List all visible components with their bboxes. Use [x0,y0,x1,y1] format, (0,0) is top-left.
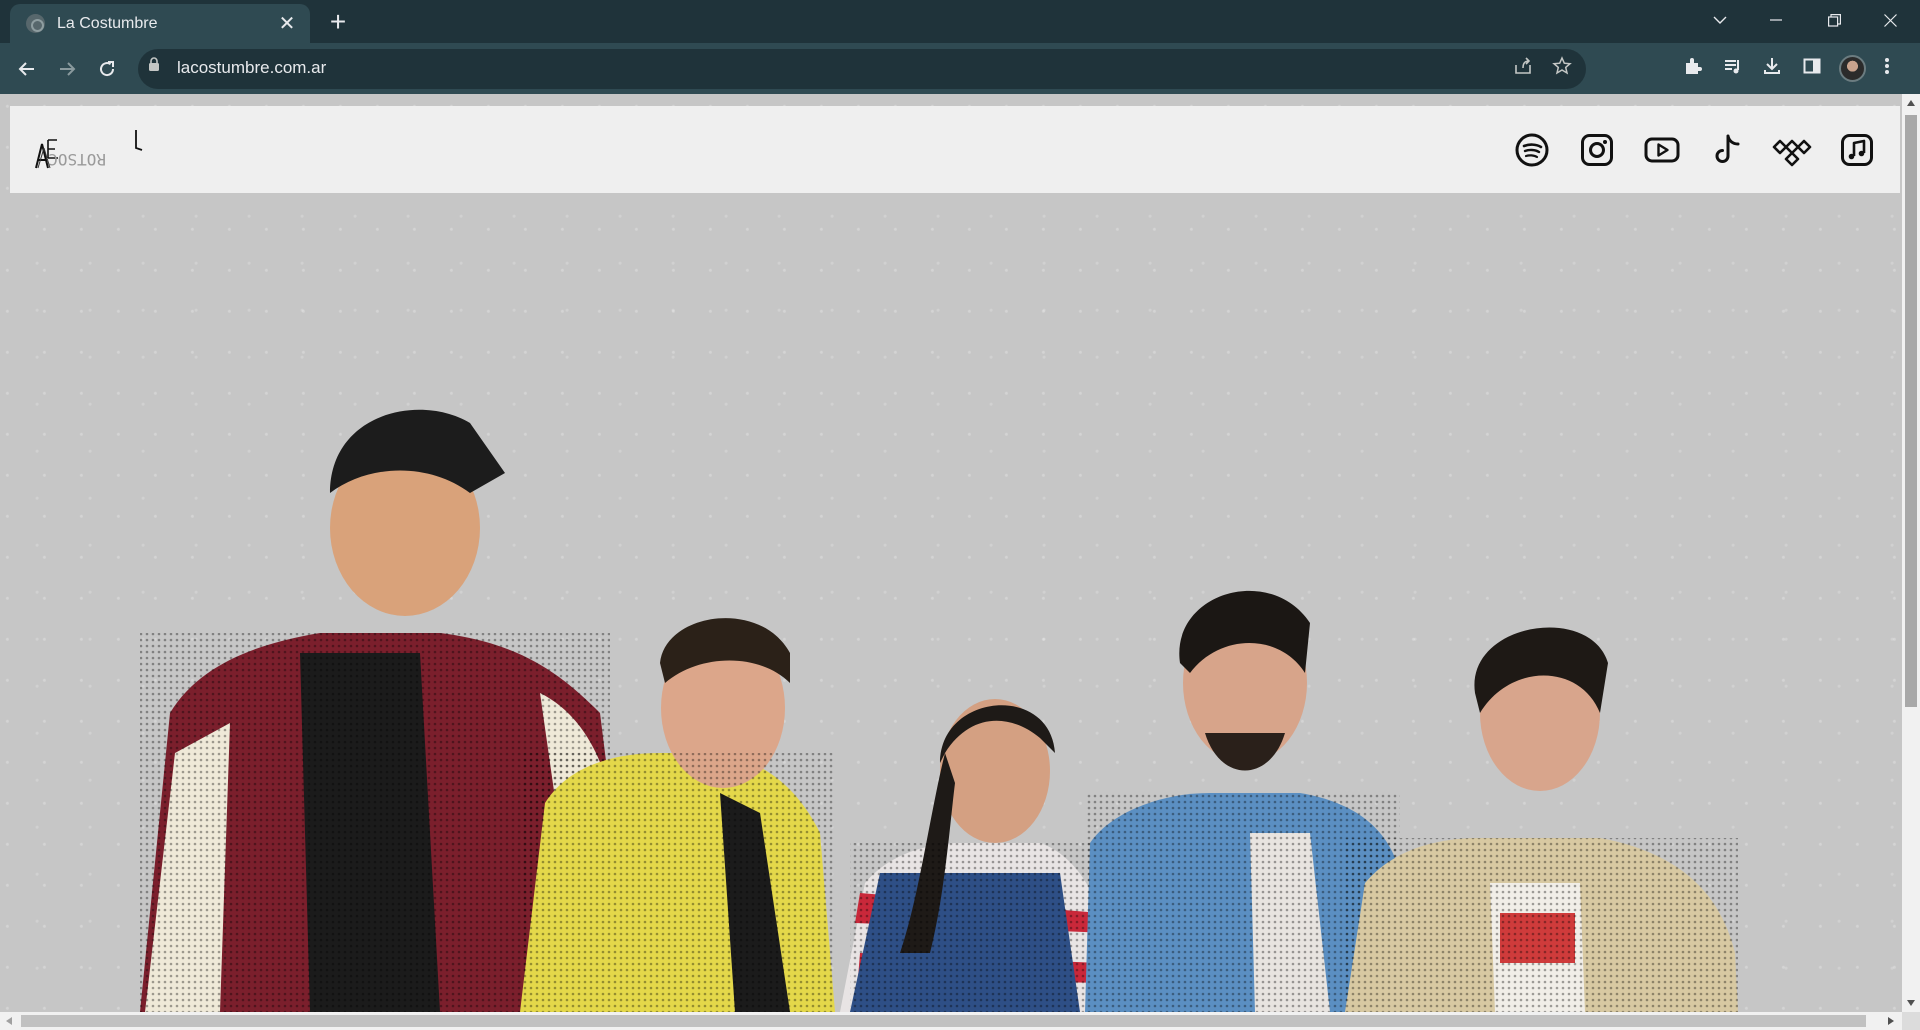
browser-tab[interactable]: La Costumbre ✕ [10,4,310,43]
address-bar[interactable] [138,49,1586,89]
site-logo[interactable]: ROTSOC [24,124,144,174]
new-tab-button[interactable]: + [323,8,353,38]
minimize-button[interactable] [1748,0,1804,40]
site-header: ROTSOC [10,106,1900,193]
tidal-link[interactable] [1772,130,1812,170]
more-menu-icon[interactable] [1883,56,1891,76]
page-viewport: ROTSOC [0,94,1920,1030]
arrow-right-icon [60,62,76,76]
tiktok-link[interactable] [1707,130,1747,170]
close-icon [1883,13,1897,27]
scroll-right-arrow-icon[interactable] [1888,1017,1894,1025]
instagram-icon [1581,134,1613,166]
spotify-icon [1515,133,1549,167]
youtube-link[interactable] [1642,130,1682,170]
spotify-link[interactable] [1512,130,1552,170]
reload-icon [100,61,115,77]
media-queue-icon[interactable] [1723,56,1743,76]
profile-avatar[interactable] [1839,55,1866,82]
reload-button[interactable] [89,51,125,87]
band-member-5 [1345,627,1738,1012]
forward-button[interactable] [49,51,85,87]
url-text[interactable]: lacostumbre.com.ar [177,58,326,78]
share-icon[interactable] [1513,56,1533,76]
close-window-button[interactable] [1862,0,1918,40]
page-background: ROTSOC [0,94,1902,1012]
download-icon[interactable] [1762,56,1782,76]
minimize-icon [1770,19,1782,21]
band-photo [140,409,1738,1012]
apple-music-link[interactable] [1837,130,1877,170]
tab-title: La Costumbre [57,14,158,32]
scroll-up-arrow-icon[interactable] [1907,100,1915,106]
vertical-scroll-thumb[interactable] [1905,115,1917,707]
svg-text:ROTSOC: ROTSOC [48,150,106,169]
scroll-down-arrow-icon[interactable] [1907,1000,1915,1006]
back-button[interactable] [9,51,45,87]
vertical-scrollbar[interactable] [1902,94,1920,1012]
browser-toolbar: lacostumbre.com.ar [0,43,1920,94]
horizontal-scroll-thumb[interactable] [21,1015,1866,1027]
scroll-left-arrow-icon[interactable] [6,1017,12,1025]
tiktok-icon [1715,134,1740,163]
arrow-left-icon [18,62,34,76]
chevron-down-icon [1713,16,1727,24]
restore-icon [1827,13,1841,27]
side-panel-icon[interactable] [1802,56,1822,76]
tidal-icon [1772,139,1812,167]
instagram-link[interactable] [1577,130,1617,170]
restore-button[interactable] [1806,0,1862,40]
browser-titlebar: La Costumbre ✕ + [0,0,1920,43]
tab-close-button[interactable]: ✕ [276,13,298,35]
apple-music-icon [1841,134,1873,166]
lock-icon[interactable] [148,57,160,71]
horizontal-scrollbar[interactable] [0,1012,1902,1030]
tab-search-button[interactable] [1692,0,1748,40]
bookmark-star-icon[interactable] [1552,56,1572,76]
youtube-icon [1644,137,1680,163]
band-member-3 [840,699,1110,1012]
site-favicon-icon [26,14,45,33]
extensions-icon[interactable] [1683,56,1703,76]
scrollbar-corner [1902,1012,1920,1030]
